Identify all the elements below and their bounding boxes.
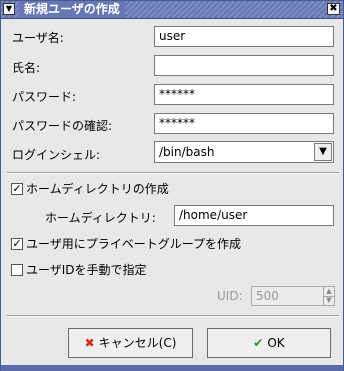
manual-uid-checkbox-row[interactable]: ユーザIDを手動で指定 bbox=[11, 261, 147, 277]
ok-icon: ✔ bbox=[253, 336, 264, 350]
confirm-password-field[interactable]: ****** bbox=[154, 113, 334, 134]
username-field[interactable]: user bbox=[154, 26, 334, 47]
window-bottom-border bbox=[1, 365, 343, 371]
window-title: 新規ユーザの作成 bbox=[19, 1, 125, 18]
cancel-icon: ✖ bbox=[84, 336, 95, 350]
new-user-dialog: ▼ 新規ユーザの作成 ✖ ユーザ名: user 氏名: パスワード: *****… bbox=[0, 0, 344, 371]
login-shell-value: /bin/bash bbox=[159, 145, 215, 159]
password-field[interactable]: ****** bbox=[154, 84, 334, 105]
password-label: パスワード: bbox=[12, 90, 77, 104]
private-group-checkbox-row[interactable]: ✓ ユーザ用にプライベートグループを作成 bbox=[11, 235, 241, 251]
chevron-down-icon[interactable]: ▼ bbox=[314, 143, 332, 161]
create-home-checkbox-row[interactable]: ✓ ホームディレクトリの作成 bbox=[11, 180, 169, 196]
login-shell-combo[interactable]: /bin/bash ▼ bbox=[154, 141, 334, 163]
close-icon[interactable]: ✖ bbox=[327, 3, 340, 15]
ok-button[interactable]: ✔ OK bbox=[207, 328, 331, 358]
uid-value: 500 bbox=[256, 289, 279, 303]
uid-label: UID: bbox=[217, 289, 243, 303]
ok-button-label: OK bbox=[267, 336, 285, 350]
uid-spinbutton[interactable]: 500 ▲ ▼ bbox=[251, 286, 335, 306]
create-home-label: ホームディレクトリの作成 bbox=[26, 182, 169, 196]
create-home-checkbox[interactable]: ✓ bbox=[11, 182, 23, 195]
confirm-password-label: パスワードの確認: bbox=[12, 119, 113, 133]
cancel-button-label: キャンセル(C) bbox=[98, 336, 177, 350]
fullname-label: 氏名: bbox=[12, 61, 41, 75]
spin-down-icon[interactable]: ▼ bbox=[323, 296, 334, 305]
manual-uid-checkbox[interactable] bbox=[11, 263, 23, 276]
manual-uid-label: ユーザIDを手動で指定 bbox=[26, 263, 147, 277]
home-dir-field[interactable]: /home/user bbox=[174, 205, 334, 226]
login-shell-label: ログインシェル: bbox=[12, 148, 101, 162]
private-group-checkbox[interactable]: ✓ bbox=[11, 237, 23, 250]
username-label: ユーザ名: bbox=[12, 31, 64, 45]
separator bbox=[7, 172, 339, 174]
title-bar[interactable]: ▼ 新規ユーザの作成 ✖ bbox=[1, 1, 343, 19]
fullname-field[interactable] bbox=[154, 55, 334, 76]
private-group-label: ユーザ用にプライベートグループを作成 bbox=[26, 237, 242, 251]
cancel-button[interactable]: ✖ キャンセル(C) bbox=[68, 328, 193, 358]
home-dir-label: ホームディレクトリ: bbox=[45, 211, 156, 225]
window-menu-icon[interactable]: ▼ bbox=[3, 3, 15, 15]
separator bbox=[7, 315, 339, 317]
